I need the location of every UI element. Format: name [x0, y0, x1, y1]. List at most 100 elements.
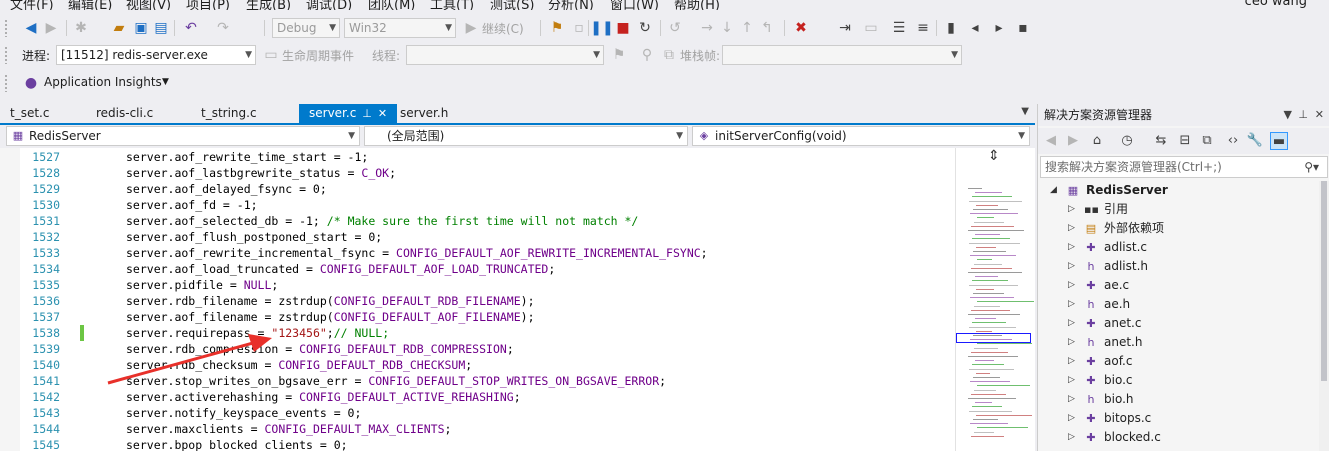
project-select[interactable]: ▦ RedisServer ▼ [6, 126, 360, 146]
user-account[interactable]: ceo wang [1245, 0, 1307, 9]
toggle-breakpoint-icon[interactable]: ⇥ [836, 19, 854, 37]
tab-t-set-c[interactable]: t_set.c [0, 104, 59, 123]
code-line[interactable]: 1531 server.aof_selected_db = -1; /* Make… [0, 213, 955, 229]
code-editor[interactable]: 1527 server.aof_rewrite_time_start = -1; 1… [0, 148, 1035, 451]
pending-changes-filter-icon[interactable]: ◷ [1118, 132, 1136, 150]
code-line[interactable]: 1544 server.maxclients = CONFIG_DEFAULT_M… [0, 421, 955, 437]
continue-button[interactable]: 继续(C) [482, 20, 524, 37]
hot-reload-icon[interactable]: ▫ [570, 19, 588, 37]
expand-arrow-icon[interactable]: ▷ [1068, 200, 1080, 219]
toolbar-grip[interactable] [4, 19, 8, 37]
thread-filter-icon[interactable]: ⚲ [638, 46, 656, 64]
menu-item[interactable]: 编辑(E) [68, 0, 112, 10]
expand-arrow-icon[interactable]: ▷ [1068, 276, 1080, 295]
expand-arrow-icon[interactable]: ▷ [1068, 314, 1080, 333]
attach-process-icon[interactable]: ⚑ [548, 19, 566, 37]
code-line[interactable]: 1537 server.aof_filename = zstrdup(CONFIG… [0, 309, 955, 325]
menu-item[interactable]: 分析(N) [548, 0, 594, 10]
forward-icon[interactable]: ▶ [42, 19, 60, 37]
expand-arrow-icon[interactable]: ▷ [1068, 371, 1080, 390]
thread-select[interactable]: ▼ [406, 45, 604, 65]
clear-bookmarks-icon[interactable]: ▪ [1014, 19, 1032, 37]
tab-server-c[interactable]: server.c ⊥ ✕ [299, 104, 398, 123]
code-line[interactable]: 1534 server.aof_load_truncated = CONFIG_D… [0, 261, 955, 277]
toolbar-grip[interactable] [4, 74, 8, 92]
expand-arrow-icon[interactable]: ▷ [1068, 257, 1080, 276]
code-line[interactable]: 1535 server.pidfile = NULL; [0, 277, 955, 293]
tab-server-h[interactable]: server.h [390, 104, 458, 123]
tab-t-string-c[interactable]: t_string.c [191, 104, 267, 123]
code-line[interactable]: 1527 server.aof_rewrite_time_start = -1; [0, 149, 955, 165]
solution-search-input[interactable]: 搜索解决方案资源管理器(Ctrl+;) ⚲▾ [1040, 156, 1328, 178]
menu-item[interactable]: 团队(M) [368, 0, 415, 10]
expand-arrow-icon[interactable]: ▷ [1068, 238, 1080, 257]
new-project-icon[interactable]: ✱ [72, 19, 90, 37]
flag-threads-icon[interactable]: ⚑ [610, 46, 628, 64]
code-line[interactable]: 1529 server.aof_delayed_fsync = 0; [0, 181, 955, 197]
code-line[interactable]: 1532 server.aof_flush_postponed_start = 0… [0, 229, 955, 245]
step-over-icon[interactable]: → [698, 19, 716, 37]
expand-arrow-icon[interactable]: ▷ [1068, 428, 1080, 447]
menu-item[interactable]: 视图(V) [126, 0, 171, 10]
close-icon[interactable]: ✕ [378, 104, 387, 123]
menu-item[interactable]: 工具(T) [430, 0, 474, 10]
menu-item[interactable]: 生成(B) [246, 0, 291, 10]
uncomment-icon[interactable]: ≡ [914, 19, 932, 37]
collapse-all-icon[interactable]: ⊟ [1176, 132, 1194, 150]
code-line[interactable]: 1538 server.requirepass = "123456";// NUL… [0, 325, 955, 341]
tab-list-dropdown-icon[interactable]: ▼ [1021, 106, 1029, 117]
menu-item[interactable]: 项目(P) [186, 0, 230, 10]
scope-select[interactable]: (全局范围) ▼ [364, 126, 688, 146]
menu-item[interactable]: 帮助(H) [674, 0, 720, 10]
redo-icon[interactable]: ↷ [214, 19, 232, 37]
stack-frame-select[interactable]: ▼ [722, 45, 962, 65]
search-icon[interactable]: ⚲▾ [1304, 157, 1319, 177]
step-out-icon[interactable]: ↑ [738, 19, 756, 37]
toolbar-grip[interactable] [4, 46, 8, 64]
menu-item[interactable]: 调试(D) [306, 0, 352, 10]
code-line[interactable]: 1530 server.aof_fd = -1; [0, 197, 955, 213]
comment-icon[interactable]: ☰ [890, 19, 908, 37]
show-next-statement-icon[interactable]: ↺ [666, 19, 684, 37]
call-stack-icon[interactable]: ⧉ [660, 46, 678, 64]
step-back-icon[interactable]: ↰ [758, 19, 776, 37]
split-editor-icon[interactable]: ⇕ [988, 148, 1000, 164]
code-line[interactable]: 1528 server.aof_lastbgrewrite_status = C_… [0, 165, 955, 181]
pin-icon[interactable]: ⊥ [1298, 104, 1308, 126]
format-document-icon[interactable]: ▭ [862, 19, 880, 37]
lifecycle-events-button[interactable]: 生命周期事件 [282, 47, 354, 64]
code-line[interactable]: 1539 server.rdb_compression = CONFIG_DEFA… [0, 341, 955, 357]
code-line[interactable]: 1545 server.bpop_blocked_clients = 0; [0, 437, 955, 451]
code-line[interactable]: 1540 server.rdb_checksum = CONFIG_DEFAULT… [0, 357, 955, 373]
show-all-files-icon[interactable]: ⧉ [1198, 132, 1216, 150]
function-select[interactable]: ◈ initServerConfig(void) ▼ [692, 126, 1030, 146]
sync-icon[interactable]: ⇆ [1152, 132, 1170, 150]
close-icon[interactable]: ✕ [1315, 104, 1324, 126]
code-line[interactable]: 1543 server.notify_keyspace_events = 0; [0, 405, 955, 421]
restart-icon[interactable]: ↻ [636, 19, 654, 37]
pin-icon[interactable]: ⊥ [362, 104, 372, 123]
expand-arrow-icon[interactable]: ▷ [1068, 390, 1080, 409]
step-into-icon[interactable]: ↓ [718, 19, 736, 37]
stop-debugging-icon[interactable]: ■ [614, 19, 632, 37]
prev-bookmark-icon[interactable]: ◂ [966, 19, 984, 37]
code-line[interactable]: 1542 server.activerehashing = CONFIG_DEFA… [0, 389, 955, 405]
code-line[interactable]: 1541 server.stop_writes_on_bgsave_err = C… [0, 373, 955, 389]
next-bookmark-icon[interactable]: ▸ [990, 19, 1008, 37]
expand-arrow-icon[interactable]: ▷ [1068, 352, 1080, 371]
scrollbar-thumb[interactable] [1321, 181, 1327, 381]
forward-icon[interactable]: ▶ [1064, 132, 1082, 150]
save-all-icon[interactable]: ▤ [152, 19, 170, 37]
break-all-icon[interactable]: ❚❚ [590, 19, 613, 37]
expand-arrow-icon[interactable]: ▷ [1068, 295, 1080, 314]
solution-configuration-select[interactable]: Debug ▼ [272, 18, 340, 38]
code-line[interactable]: 1533 server.aof_rewrite_incremental_fsync… [0, 245, 955, 261]
preview-selected-icon[interactable]: ▬ [1270, 132, 1288, 150]
solution-platform-select[interactable]: Win32 ▼ [344, 18, 456, 38]
menu-item[interactable]: 窗口(W) [610, 0, 659, 10]
undo-icon[interactable]: ↶ [182, 19, 200, 37]
exception-settings-icon[interactable]: ✖ [792, 19, 810, 37]
menu-item[interactable]: 文件(F) [10, 0, 54, 10]
application-insights-button[interactable]: Application Insights [44, 75, 162, 89]
menu-item[interactable]: 测试(S) [490, 0, 534, 10]
